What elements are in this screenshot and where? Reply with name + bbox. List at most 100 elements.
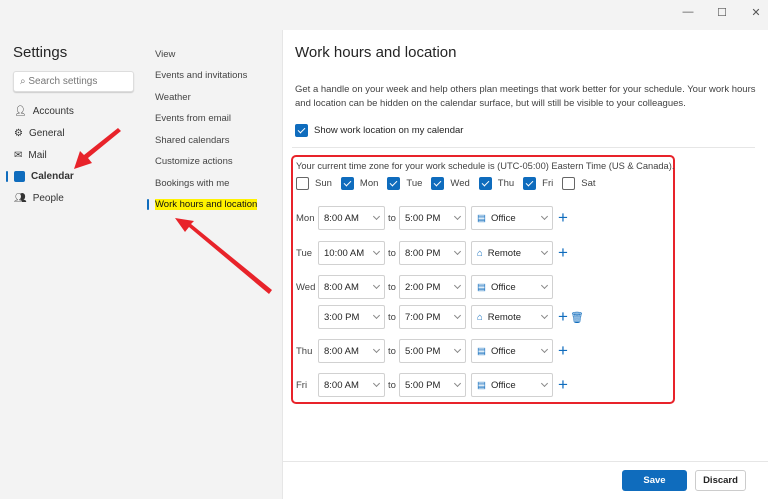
location-dropdown[interactable]: ▤ Office	[471, 275, 553, 299]
subnav-weather[interactable]: Weather	[155, 92, 191, 103]
day-checkboxes: Sun Mon Tue Wed Thu Fri Sat	[296, 177, 599, 190]
checkbox[interactable]	[431, 177, 445, 190]
minimize-button[interactable]: —	[678, 6, 698, 18]
value: 8:00 AM	[324, 281, 359, 293]
location-dropdown[interactable]: ▤ Office	[471, 373, 553, 397]
show-location-checkbox[interactable]: Show work location on my calendar	[295, 124, 463, 137]
close-button[interactable]: ✕	[746, 6, 766, 19]
end-time-dropdown[interactable]: 5:00 PM	[399, 339, 466, 363]
discard-button[interactable]: Discard	[695, 470, 746, 491]
subnav-bookings[interactable]: Bookings with me	[155, 178, 229, 189]
label: General	[28, 128, 65, 139]
subnav-events-email[interactable]: Events from email	[155, 113, 231, 124]
day-label: Sat	[581, 178, 596, 189]
value: 10:00 AM	[324, 247, 365, 259]
day-wed[interactable]: Wed	[431, 177, 470, 190]
day-mon[interactable]: Mon	[340, 177, 379, 190]
subnav-shared-calendars[interactable]: Shared calendars	[155, 135, 229, 146]
sidebar-item-people[interactable]: 👥︎ People	[14, 193, 64, 204]
chevron-down-icon	[372, 247, 381, 256]
add-time-icon[interactable]: +	[558, 307, 570, 327]
value: Office	[490, 212, 516, 224]
search-placeholder: Search settings	[28, 76, 98, 87]
chevron-down-icon	[453, 281, 462, 290]
to-label: to	[388, 281, 396, 293]
checkbox[interactable]	[562, 177, 576, 190]
day-label: Mon	[359, 178, 379, 189]
end-time-dropdown[interactable]: 8:00 PM	[399, 241, 466, 265]
save-button[interactable]: Save	[622, 470, 687, 491]
location-dropdown[interactable]: ▤ Office	[471, 339, 553, 363]
end-time-dropdown[interactable]: 7:00 PM	[399, 305, 466, 329]
sidebar-item-accounts[interactable]: 👤︎ Accounts	[14, 106, 74, 117]
sidebar-item-general[interactable]: ⚙ General	[14, 128, 65, 139]
day-fri[interactable]: Fri	[523, 177, 553, 190]
location-dropdown[interactable]: ⌂ Remote	[471, 241, 553, 265]
day-label: Thu	[497, 178, 515, 189]
value: Office	[490, 345, 516, 357]
people-icon: 👥︎	[14, 193, 27, 204]
value: 8:00 PM	[405, 247, 441, 259]
search-input[interactable]: ⌕ Search settings	[13, 71, 134, 92]
value: 5:00 PM	[405, 379, 441, 391]
checkbox[interactable]	[478, 177, 492, 190]
value: 8:00 AM	[324, 345, 359, 357]
checkbox[interactable]	[295, 124, 308, 137]
building-icon: ▤	[477, 212, 486, 224]
day-tue[interactable]: Tue	[387, 177, 422, 190]
value: Remote	[487, 247, 522, 259]
day-sun[interactable]: Sun	[296, 177, 332, 190]
sidebar-item-mail[interactable]: ✉ Mail	[14, 150, 47, 161]
maximize-button[interactable]: ☐	[712, 6, 732, 19]
day-label: Fri	[296, 379, 308, 391]
checkbox[interactable]	[523, 177, 537, 190]
start-time-dropdown[interactable]: 8:00 AM	[318, 373, 385, 397]
checkbox[interactable]	[340, 177, 354, 190]
divider	[282, 461, 768, 462]
add-time-icon[interactable]: +	[558, 243, 570, 263]
building-icon: ▤	[477, 345, 486, 357]
value: 3:00 PM	[324, 311, 360, 323]
value: 2:00 PM	[405, 281, 441, 293]
value: Office	[490, 379, 516, 391]
selected-indicator	[6, 171, 8, 182]
sidebar-item-calendar[interactable]: Calendar	[14, 171, 74, 182]
day-sat[interactable]: Sat	[562, 177, 596, 190]
end-time-dropdown[interactable]: 5:00 PM	[399, 373, 466, 397]
chevron-down-icon	[372, 281, 381, 290]
start-time-dropdown[interactable]: 8:00 AM	[318, 206, 385, 230]
value: Office	[490, 281, 516, 293]
label: Show work location on my calendar	[314, 125, 464, 136]
add-time-icon[interactable]: +	[558, 341, 570, 361]
location-dropdown[interactable]: ▤ Office	[471, 206, 553, 230]
location-dropdown[interactable]: ⌂ Remote	[471, 305, 553, 329]
day-thu[interactable]: Thu	[478, 177, 515, 190]
day-label: Mon	[296, 212, 315, 224]
label: Calendar	[31, 171, 74, 182]
end-time-dropdown[interactable]: 5:00 PM	[399, 206, 466, 230]
start-time-dropdown[interactable]: 8:00 AM	[318, 275, 385, 299]
subnav-customize-actions[interactable]: Customize actions	[155, 156, 233, 167]
end-time-dropdown[interactable]: 2:00 PM	[399, 275, 466, 299]
checkbox[interactable]	[296, 177, 309, 190]
gear-icon: ⚙	[14, 128, 23, 139]
start-time-dropdown[interactable]: 8:00 AM	[318, 339, 385, 363]
value: Remote	[487, 311, 522, 323]
subnav-view[interactable]: View	[155, 49, 175, 60]
subnav-events-invitations[interactable]: Events and invitations	[155, 70, 247, 81]
home-icon: ⌂	[477, 311, 483, 323]
settings-title: Settings	[13, 44, 68, 61]
checkbox[interactable]	[387, 177, 401, 190]
add-time-icon[interactable]: +	[558, 208, 570, 228]
page-title: Work hours and location	[295, 44, 457, 61]
trash-icon[interactable]: 🗑︎	[570, 311, 584, 324]
chevron-down-icon	[453, 379, 462, 388]
chevron-down-icon	[540, 281, 549, 290]
divider	[292, 147, 755, 148]
start-time-dropdown[interactable]: 3:00 PM	[318, 305, 385, 329]
subnav-work-hours[interactable]: Work hours and location	[155, 199, 258, 210]
day-label: Fri	[542, 178, 554, 189]
add-time-icon[interactable]: +	[558, 375, 570, 395]
start-time-dropdown[interactable]: 10:00 AM	[318, 241, 385, 265]
chevron-down-icon	[540, 247, 549, 256]
